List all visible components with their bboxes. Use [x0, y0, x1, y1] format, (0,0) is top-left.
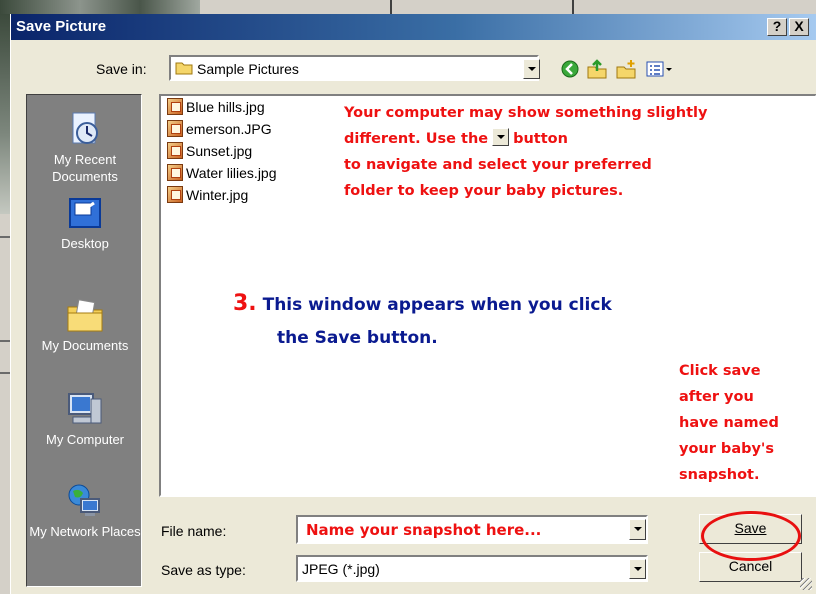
annotation-line: Your computer may show something slightl… [344, 105, 708, 121]
annotation-text: This window appears when you click [262, 295, 612, 315]
step-number: 3. [233, 291, 257, 316]
save-picture-dialog: Save Picture ? X Save in: Sample Picture… [10, 14, 816, 594]
annotation-text: different. Use the [344, 131, 489, 147]
background-photo-strip [0, 0, 200, 14]
place-my-documents[interactable]: My Documents [27, 295, 143, 354]
folder-icon [175, 62, 193, 75]
image-file-icon [167, 142, 183, 159]
file-name-value: Name your snapshot here... [306, 521, 542, 539]
window-title: Save Picture [16, 18, 107, 35]
file-name-label: File name: [161, 523, 227, 539]
annotation-line: 3. This window appears when you click [233, 287, 612, 322]
save-as-type-dropdown[interactable]: JPEG (*.jpg) [296, 555, 648, 582]
file-name-dropdown-button[interactable] [629, 519, 646, 540]
place-my-computer[interactable]: My Computer [27, 389, 143, 448]
annotation-line: Click save [679, 363, 761, 379]
step-annotation: 3. This window appears when you click th… [233, 287, 612, 355]
place-label: My Computer [45, 432, 125, 447]
save-as-type-label: Save as type: [161, 562, 246, 578]
file-name-text: Water lilies.jpg [186, 165, 277, 181]
resize-grip[interactable] [800, 578, 812, 590]
file-name-text: Winter.jpg [186, 187, 249, 203]
chevron-down-icon [634, 527, 642, 531]
save-as-type-dropdown-button[interactable] [629, 559, 646, 579]
annotation-text: button [513, 131, 568, 147]
dropdown-arrow-icon [492, 128, 510, 146]
save-in-dropdown-button[interactable] [523, 59, 540, 79]
chevron-down-icon [528, 67, 536, 71]
file-name-text: Sunset.jpg [186, 143, 253, 159]
file-list[interactable]: Blue hills.jpg emerson.JPG Sunset.jpg Wa… [159, 94, 816, 497]
title-bar: Save Picture ? X [11, 14, 816, 40]
close-icon: X [794, 18, 804, 34]
annotation-line: your baby's [679, 441, 775, 457]
place-label: My Network Places [29, 524, 141, 539]
list-item[interactable]: Blue hills.jpg [167, 98, 265, 118]
annotation-line: to navigate and select your preferred [344, 157, 652, 173]
save-hint-annotation: Click save after you have named your bab… [679, 358, 779, 488]
save-in-value: Sample Pictures [197, 61, 299, 77]
help-icon: ? [772, 18, 782, 34]
background-divider [390, 0, 392, 14]
annotation-line: the Save button. [277, 328, 438, 348]
places-bar: My Recent Documents Desktop My Documents [26, 94, 142, 587]
annotation-line: folder to keep your baby pictures. [344, 183, 624, 199]
image-file-icon [167, 186, 183, 203]
chevron-down-icon [634, 567, 642, 571]
annotation-line: after you [679, 389, 754, 405]
file-name-field[interactable]: Name your snapshot here... [296, 515, 648, 544]
folder-hint-annotation: Your computer may show something slightl… [344, 100, 707, 204]
file-name-text: emerson.JPG [186, 121, 272, 137]
save-as-type-value: JPEG (*.jpg) [302, 561, 380, 577]
image-file-icon [167, 98, 183, 115]
image-file-icon [167, 120, 183, 137]
annotation-line: snapshot. [679, 467, 760, 483]
view-menu-icon[interactable] [645, 59, 675, 79]
help-button[interactable]: ? [767, 18, 787, 36]
place-label: My Documents [41, 338, 129, 353]
list-item[interactable]: Water lilies.jpg [167, 164, 277, 184]
recent-documents-icon [72, 112, 98, 144]
background-divider [572, 0, 574, 14]
my-documents-icon [67, 299, 103, 332]
save-in-dropdown[interactable]: Sample Pictures [169, 55, 539, 81]
place-label: Desktop [61, 236, 109, 251]
list-item[interactable]: Sunset.jpg [167, 142, 252, 162]
new-folder-icon[interactable] [615, 59, 637, 79]
file-name-text: Blue hills.jpg [186, 99, 265, 115]
back-icon[interactable] [559, 59, 581, 79]
desktop-icon [69, 198, 101, 228]
place-desktop[interactable]: Desktop [27, 193, 143, 252]
close-button[interactable]: X [789, 18, 809, 36]
place-network[interactable]: My Network Places [27, 481, 143, 540]
up-folder-icon[interactable] [586, 59, 608, 79]
my-computer-icon [68, 393, 102, 424]
place-label: My Recent Documents [52, 152, 118, 184]
save-highlight-circle [701, 511, 801, 561]
network-places-icon [68, 484, 100, 516]
save-in-label: Save in: [96, 61, 147, 77]
place-recent-documents[interactable]: My Recent Documents [27, 109, 143, 185]
annotation-line: different. Use the button [344, 126, 707, 152]
list-item[interactable]: emerson.JPG [167, 120, 272, 140]
image-file-icon [167, 164, 183, 181]
annotation-line: have named [679, 415, 779, 431]
list-item[interactable]: Winter.jpg [167, 186, 248, 206]
